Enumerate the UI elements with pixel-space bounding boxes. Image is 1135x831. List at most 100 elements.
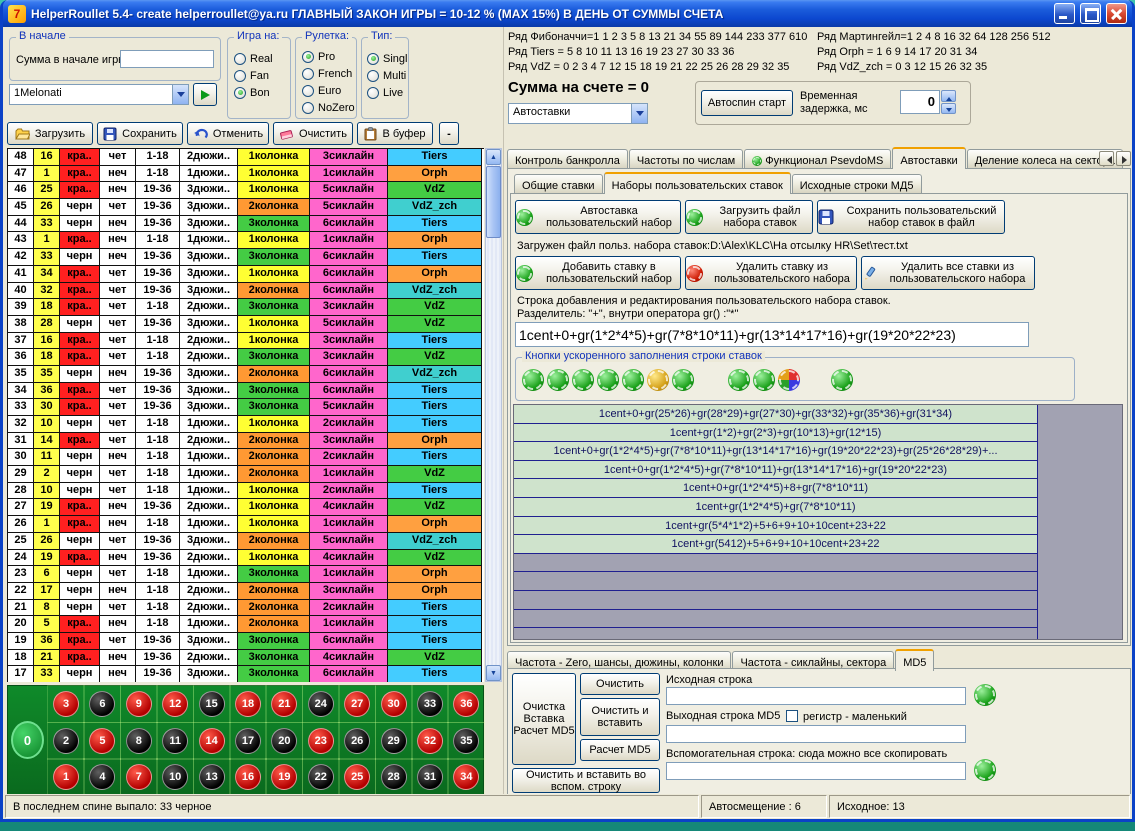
- quick-chip-button[interactable]: [522, 369, 544, 391]
- quick-chip-button[interactable]: [597, 369, 619, 391]
- board-number-21[interactable]: 21: [266, 686, 302, 722]
- md5-clear-button[interactable]: Очистить: [580, 673, 660, 695]
- board-number-20[interactable]: 20: [266, 723, 302, 759]
- tab-Автоставки[interactable]: Автоставки: [892, 147, 965, 169]
- spinner-down-icon[interactable]: [941, 103, 956, 115]
- board-number-8[interactable]: 8: [121, 723, 157, 759]
- spin-row-24[interactable]: 2419кра..неч19-362дюжи..1колонка4сиклайн…: [8, 550, 484, 567]
- collapse-button[interactable]: -: [439, 122, 459, 145]
- remove-bet-button[interactable]: Удалить ставку из пользовательского набо…: [685, 256, 857, 290]
- board-number-7[interactable]: 7: [121, 759, 157, 795]
- radio-Real[interactable]: Real: [234, 50, 273, 67]
- board-number-14[interactable]: 14: [194, 723, 230, 759]
- quick-chip-button[interactable]: [728, 369, 750, 391]
- lowercase-checkbox[interactable]: [786, 710, 798, 722]
- save-button[interactable]: Сохранить: [97, 122, 183, 145]
- delay-spinner[interactable]: 0: [900, 90, 956, 114]
- autospin-start-button[interactable]: Автоспин старт: [701, 90, 793, 116]
- spin-row-35[interactable]: 3535черннеч19-363дюжи..2колонка6сиклайнV…: [8, 366, 484, 383]
- radio-Singl[interactable]: Singl: [367, 50, 407, 67]
- bet-row[interactable]: 1cent+0+gr(1*2*4*5)+gr(7*8*10*11)+gr(13*…: [514, 461, 1037, 480]
- spin-row-17[interactable]: 1733черннеч19-363дюжи..3колонка6сиклайнT…: [8, 666, 484, 682]
- spin-row-38[interactable]: 3828чернчет19-363дюжи..1колонка5сиклайнV…: [8, 316, 484, 333]
- spin-row-29[interactable]: 292чернчет1-181дюжи..2колонка1сиклайнVdZ: [8, 466, 484, 483]
- board-number-35[interactable]: 35: [448, 723, 484, 759]
- bet-row[interactable]: 1cent+gr(1*2*4*5)+gr(7*8*10*11): [514, 498, 1037, 517]
- quick-chip-button[interactable]: [753, 369, 775, 391]
- spin-row-39[interactable]: 3918кра..чет1-182дюжи..3колонка3сиклайнV…: [8, 299, 484, 316]
- md5-aux-input[interactable]: [666, 762, 966, 780]
- board-number-30[interactable]: 30: [376, 686, 412, 722]
- radio-Euro[interactable]: Euro: [302, 82, 355, 99]
- chevron-down-icon[interactable]: [631, 104, 647, 123]
- board-number-36[interactable]: 36: [448, 686, 484, 722]
- strategy-combo[interactable]: 1Melonati: [9, 84, 189, 105]
- board-number-11[interactable]: 11: [157, 723, 193, 759]
- spin-row-48[interactable]: 4816кра..чет1-182дюжи..1колонка3сиклайнT…: [8, 149, 484, 166]
- maximize-button[interactable]: [1080, 3, 1101, 24]
- radio-Bon[interactable]: Bon: [234, 84, 273, 101]
- radio-Fan[interactable]: Fan: [234, 67, 273, 84]
- board-number-3[interactable]: 3: [48, 686, 84, 722]
- spin-row-22[interactable]: 2217черннеч1-182дюжи..2колонка3сиклайнOr…: [8, 583, 484, 600]
- autobet-user-set-button[interactable]: Автоставка пользовательский набор: [515, 200, 681, 234]
- scroll-thumb[interactable]: [486, 166, 501, 238]
- bet-row[interactable]: 1cent+gr(5*4*1*2)+5+6+9+10+10cent+23+22: [514, 517, 1037, 536]
- md5-source-chip-button[interactable]: [974, 684, 996, 706]
- spin-row-23[interactable]: 236чернчет1-181дюжи..3колонка1сиклайнOrp…: [8, 566, 484, 583]
- board-number-13[interactable]: 13: [194, 759, 230, 795]
- tab-MD5[interactable]: MD5: [895, 649, 934, 671]
- start-sum-input[interactable]: [120, 50, 214, 68]
- spin-row-45[interactable]: 4526чернчет19-363дюжи..2колонка5сиклайнV…: [8, 199, 484, 216]
- board-number-19[interactable]: 19: [266, 759, 302, 795]
- load-button[interactable]: Загрузить: [7, 122, 93, 145]
- tab-Частоты по числам[interactable]: Частоты по числам: [629, 149, 743, 168]
- board-number-5[interactable]: 5: [84, 723, 120, 759]
- spin-row-33[interactable]: 3330кра..чет19-363дюжи..3колонка5сиклайн…: [8, 399, 484, 416]
- quick-chip-button[interactable]: [672, 369, 694, 391]
- spin-row-37[interactable]: 3716кра..чет1-182дюжи..1колонка3сиклайнT…: [8, 333, 484, 350]
- md5-source-input[interactable]: [666, 687, 966, 705]
- board-number-24[interactable]: 24: [303, 686, 339, 722]
- chevron-down-icon[interactable]: [172, 85, 188, 104]
- tab-scroll-left-icon[interactable]: [1099, 151, 1114, 166]
- md5-calc-button[interactable]: Расчет MD5: [580, 739, 660, 761]
- close-button[interactable]: [1106, 3, 1127, 24]
- load-set-file-button[interactable]: Загрузить файл набора ставок: [685, 200, 813, 234]
- md5-aux-chip-button[interactable]: [974, 759, 996, 781]
- undo-button[interactable]: Отменить: [187, 122, 269, 145]
- autobets-combo[interactable]: Автоставки: [508, 103, 648, 124]
- board-number-4[interactable]: 4: [84, 759, 120, 795]
- radio-French[interactable]: French: [302, 65, 355, 82]
- spin-row-30[interactable]: 3011черннеч1-181дюжи..2колонка2сиклайнTi…: [8, 449, 484, 466]
- board-number-2[interactable]: 2: [48, 723, 84, 759]
- tab-Функционал PsevdoMS[interactable]: Функционал PsevdoMS: [744, 149, 891, 168]
- bet-row[interactable]: 1cent+gr(5412)+5+6+9+10+10cent+23+22: [514, 535, 1037, 554]
- spin-row-40[interactable]: 4032кра..чет19-363дюжи..2колонка6сиклайн…: [8, 283, 484, 300]
- radio-NoZero[interactable]: NoZero: [302, 99, 355, 116]
- board-number-17[interactable]: 17: [230, 723, 266, 759]
- spin-row-21[interactable]: 218чернчет1-182дюжи..2колонка2сиклайнTie…: [8, 600, 484, 617]
- tab-Контроль банкролла[interactable]: Контроль банкролла: [507, 149, 628, 168]
- spin-row-19[interactable]: 1936кра..чет19-363дюжи..3колонка6сиклайн…: [8, 633, 484, 650]
- tab-Исходные строки МД5[interactable]: Исходные строки МД5: [792, 174, 922, 193]
- bet-row[interactable]: 1cent+0+gr(1*2*4*5)+gr(7*8*10*11)+gr(13*…: [514, 442, 1037, 461]
- board-number-6[interactable]: 6: [84, 686, 120, 722]
- board-number-27[interactable]: 27: [339, 686, 375, 722]
- board-number-18[interactable]: 18: [230, 686, 266, 722]
- quick-chip-button[interactable]: [622, 369, 644, 391]
- spin-row-47[interactable]: 471кра..неч1-181дюжи..1колонка1сиклайнOr…: [8, 166, 484, 183]
- spin-row-26[interactable]: 261кра..неч1-181дюжи..1колонка1сиклайнOr…: [8, 516, 484, 533]
- play-button[interactable]: [193, 83, 217, 106]
- spin-row-31[interactable]: 3114кра..чет1-182дюжи..2колонка3сиклайнO…: [8, 433, 484, 450]
- board-number-32[interactable]: 32: [412, 723, 448, 759]
- tab-Общие ставки[interactable]: Общие ставки: [514, 174, 603, 193]
- radio-Live[interactable]: Live: [367, 84, 407, 101]
- spin-row-25[interactable]: 2526чернчет19-363дюжи..2колонка5сиклайнV…: [8, 533, 484, 550]
- delay-value[interactable]: 0: [900, 90, 940, 114]
- board-number-1[interactable]: 1: [48, 759, 84, 795]
- md5-out-input[interactable]: [666, 725, 966, 743]
- board-number-29[interactable]: 29: [376, 723, 412, 759]
- board-number-0[interactable]: 0: [11, 721, 44, 759]
- tab-Наборы пользовательских ставок[interactable]: Наборы пользовательских ставок: [604, 172, 791, 194]
